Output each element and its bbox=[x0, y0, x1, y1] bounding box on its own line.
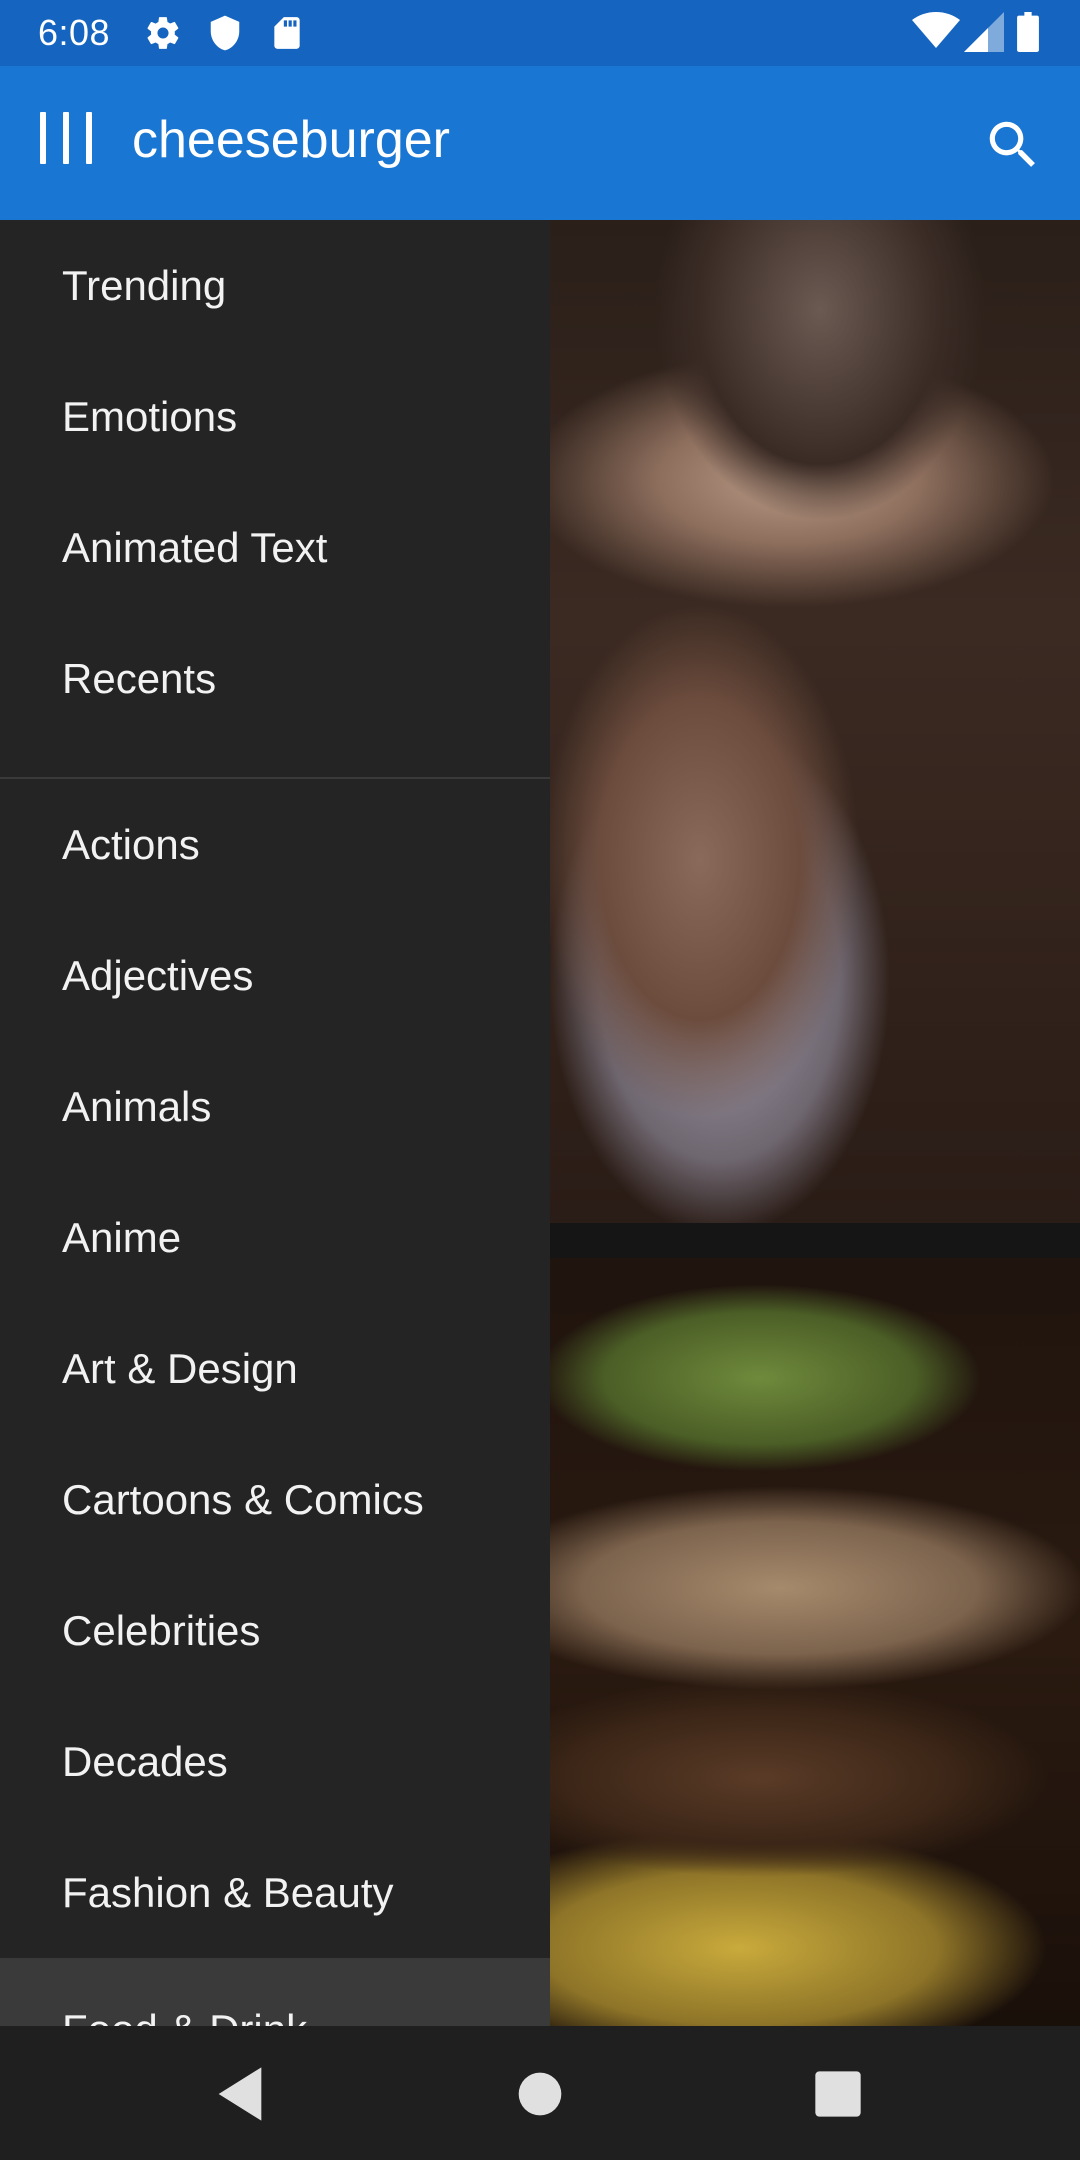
drawer-item-recents[interactable]: Recents bbox=[0, 613, 550, 744]
drawer-item-adjectives[interactable]: Adjectives bbox=[0, 910, 550, 1041]
shield-icon bbox=[210, 15, 240, 51]
sd-card-icon bbox=[274, 17, 300, 49]
drawer-item-animated-text[interactable]: Animated Text bbox=[0, 482, 550, 613]
drawer-item-art-design[interactable]: Art & Design bbox=[0, 1303, 550, 1434]
drawer-item-celebrities[interactable]: Celebrities bbox=[0, 1565, 550, 1696]
drawer-item-anime[interactable]: Anime bbox=[0, 1172, 550, 1303]
navigation-drawer: Trending Emotions Animated Text Recents … bbox=[0, 220, 550, 2026]
drawer-item-food-drink[interactable]: Food & Drink bbox=[0, 1958, 550, 2026]
wifi-icon bbox=[912, 12, 960, 48]
status-bar: 6:08 bbox=[0, 0, 1080, 66]
search-icon[interactable] bbox=[982, 114, 1044, 176]
battery-icon bbox=[1017, 12, 1039, 52]
menu-icon[interactable] bbox=[40, 112, 92, 172]
search-query[interactable]: cheeseburger bbox=[132, 110, 450, 170]
cell-signal-icon bbox=[964, 12, 1004, 52]
home-icon[interactable] bbox=[508, 2062, 572, 2126]
drawer-item-decades[interactable]: Decades bbox=[0, 1696, 550, 1827]
status-time: 6:08 bbox=[38, 12, 111, 53]
drawer-item-emotions[interactable]: Emotions bbox=[0, 351, 550, 482]
back-icon[interactable] bbox=[208, 2062, 272, 2126]
drawer-item-fashion-beauty[interactable]: Fashion & Beauty bbox=[0, 1827, 550, 1958]
drawer-item-actions[interactable]: Actions bbox=[0, 779, 550, 910]
drawer-item-cartoons-comics[interactable]: Cartoons & Comics bbox=[0, 1434, 550, 1565]
app-bar: cheeseburger bbox=[0, 66, 1080, 220]
system-nav-bar bbox=[0, 2026, 1080, 2160]
recents-icon[interactable] bbox=[806, 2062, 870, 2126]
gear-icon bbox=[147, 17, 179, 49]
drawer-item-trending[interactable]: Trending bbox=[0, 220, 550, 351]
drawer-item-animals[interactable]: Animals bbox=[0, 1041, 550, 1172]
